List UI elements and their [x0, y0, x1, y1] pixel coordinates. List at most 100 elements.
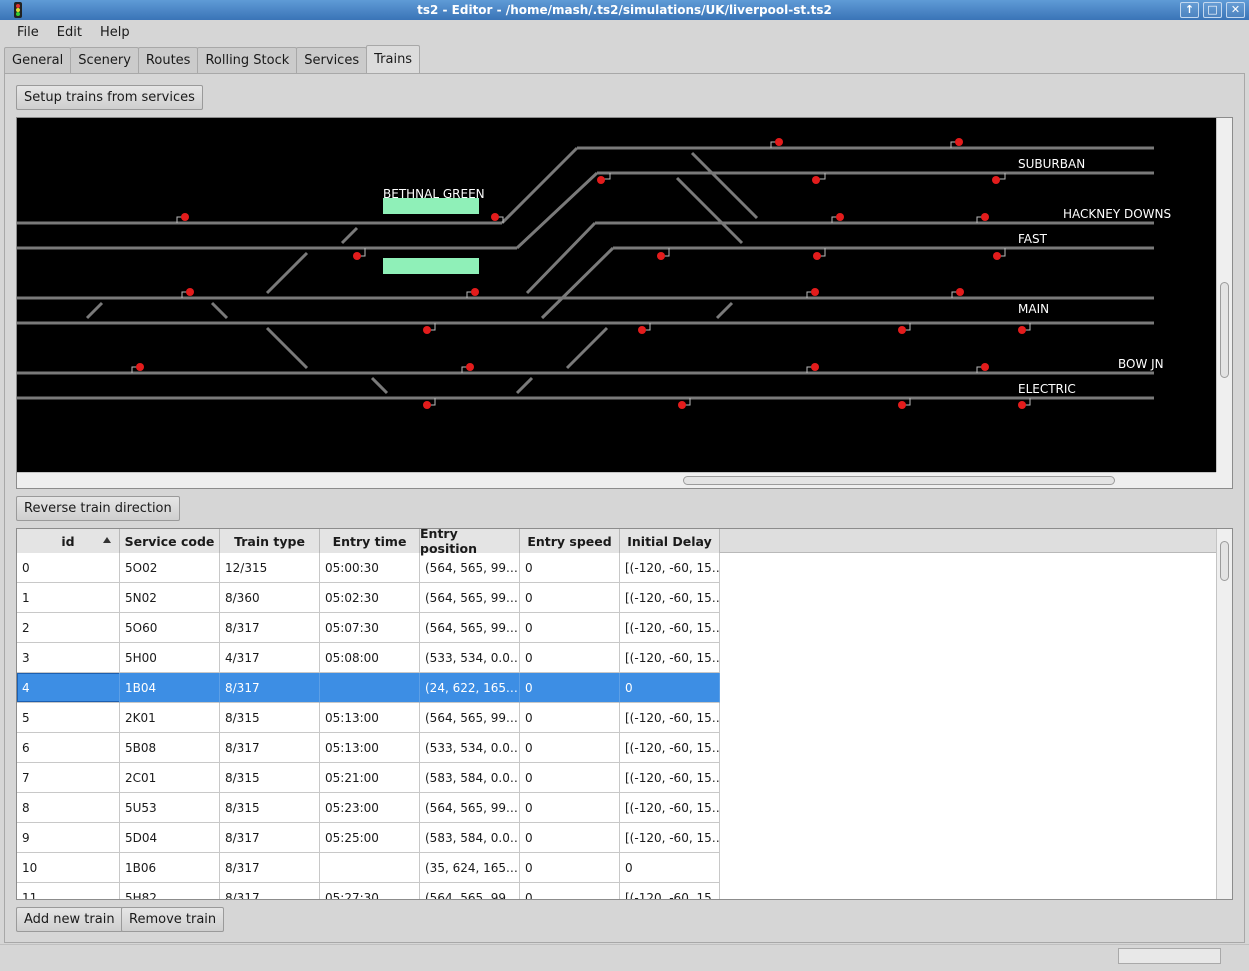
cell-entry-position[interactable]: (533, 534, 0.0… [420, 643, 520, 673]
cell-service-code[interactable]: 5O02 [120, 553, 220, 583]
cell-service-code[interactable]: 5O60 [120, 613, 220, 643]
scrollbar-thumb[interactable] [1220, 282, 1229, 378]
menu-file[interactable]: File [8, 25, 48, 40]
cell-entry-speed[interactable]: 0 [520, 673, 620, 703]
cell-entry-speed[interactable]: 0 [520, 703, 620, 733]
tab-scenery[interactable]: Scenery [70, 47, 139, 73]
scenery-horizontal-scrollbar[interactable] [17, 472, 1218, 488]
cell-service-code[interactable]: 5H82 [120, 883, 220, 899]
table-row[interactable]: 10 1B06 8/317 (35, 624, 165.… 0 0 [17, 853, 720, 883]
cell-entry-speed[interactable]: 0 [520, 793, 620, 823]
cell-initial-delay[interactable]: [(-120, -60, 15… [620, 553, 720, 583]
cell-train-type[interactable]: 8/360 [220, 583, 320, 613]
cell-entry-position[interactable]: (583, 584, 0.0… [420, 823, 520, 853]
table-vertical-scrollbar[interactable] [1216, 529, 1232, 899]
setup-trains-button[interactable]: Setup trains from services [16, 85, 203, 110]
cell-train-type[interactable]: 4/317 [220, 643, 320, 673]
cell-id[interactable]: 3 [17, 643, 120, 673]
cell-service-code[interactable]: 5H00 [120, 643, 220, 673]
restore-icon[interactable]: □ [1203, 2, 1222, 18]
table-row[interactable]: 6 5B08 8/317 05:13:00 (533, 534, 0.0… 0 [(-120… [17, 733, 720, 763]
cell-entry-speed[interactable]: 0 [520, 583, 620, 613]
cell-entry-time[interactable]: 05:13:00 [320, 733, 420, 763]
cell-entry-speed[interactable]: 0 [520, 553, 620, 583]
cell-entry-time[interactable]: 05:25:00 [320, 823, 420, 853]
cell-initial-delay[interactable]: 0 [620, 853, 720, 883]
cell-service-code[interactable]: 5D04 [120, 823, 220, 853]
cell-entry-time[interactable]: 05:00:30 [320, 553, 420, 583]
cell-initial-delay[interactable]: [(-120, -60, 15… [620, 793, 720, 823]
cell-id[interactable]: 9 [17, 823, 120, 853]
cell-initial-delay[interactable]: [(-120, -60, 15… [620, 823, 720, 853]
trains-table[interactable]: id Service code Train type Entry time En… [16, 528, 1233, 900]
cell-entry-speed[interactable]: 0 [520, 853, 620, 883]
reverse-direction-button[interactable]: Reverse train direction [16, 496, 180, 521]
remove-train-button[interactable]: Remove train [121, 907, 225, 932]
cell-train-type[interactable]: 12/315 [220, 553, 320, 583]
tab-rolling-stock[interactable]: Rolling Stock [197, 47, 298, 73]
column-header-train-type[interactable]: Train type [220, 529, 320, 553]
platform-bethnal-green-2[interactable] [383, 258, 479, 274]
cell-entry-time[interactable]: 05:07:30 [320, 613, 420, 643]
table-row[interactable]: 9 5D04 8/317 05:25:00 (583, 584, 0.0… 0 [(-120… [17, 823, 720, 853]
table-row[interactable]: 3 5H00 4/317 05:08:00 (533, 534, 0.0… 0 [(-120… [17, 643, 720, 673]
cell-entry-time[interactable]: 05:08:00 [320, 643, 420, 673]
cell-initial-delay[interactable]: [(-120, -60, 15… [620, 733, 720, 763]
scrollbar-thumb[interactable] [1220, 541, 1229, 581]
column-header-entry-speed[interactable]: Entry speed [520, 529, 620, 553]
table-row[interactable]: 4 1B04 8/317 (24, 622, 165.… 0 0 [17, 673, 720, 703]
cell-train-type[interactable]: 8/317 [220, 673, 320, 703]
cell-train-type[interactable]: 8/317 [220, 883, 320, 899]
cell-entry-time[interactable]: 05:23:00 [320, 793, 420, 823]
cell-entry-position[interactable]: (564, 565, 99.… [420, 613, 520, 643]
cell-entry-time[interactable]: 05:27:30 [320, 883, 420, 899]
cell-initial-delay[interactable]: [(-120, -60, 15… [620, 583, 720, 613]
cell-entry-time[interactable] [320, 673, 420, 703]
menu-edit[interactable]: Edit [48, 25, 91, 40]
window-titlebar[interactable]: ts2 - Editor - /home/mash/.ts2/simulatio… [0, 0, 1249, 20]
cell-train-type[interactable]: 8/317 [220, 823, 320, 853]
column-header-entry-position[interactable]: Entry position [420, 529, 520, 556]
cell-entry-position[interactable]: (564, 565, 99.… [420, 553, 520, 583]
cell-initial-delay[interactable]: [(-120, -60, 15… [620, 703, 720, 733]
cell-entry-time[interactable]: 05:02:30 [320, 583, 420, 613]
cell-initial-delay[interactable]: 0 [620, 673, 720, 703]
cell-initial-delay[interactable]: [(-120, -60, 15… [620, 613, 720, 643]
cell-entry-time[interactable]: 05:21:00 [320, 763, 420, 793]
cell-entry-speed[interactable]: 0 [520, 613, 620, 643]
cell-service-code[interactable]: 1B06 [120, 853, 220, 883]
cell-entry-time[interactable] [320, 853, 420, 883]
column-header-id[interactable]: id [17, 529, 120, 553]
cell-initial-delay[interactable]: [(-120, -60, 15… [620, 643, 720, 673]
scenery-vertical-scrollbar[interactable] [1216, 118, 1232, 474]
cell-entry-speed[interactable]: 0 [520, 643, 620, 673]
menu-help[interactable]: Help [91, 25, 139, 40]
scrollbar-thumb[interactable] [683, 476, 1115, 485]
table-row[interactable]: 7 2C01 8/315 05:21:00 (583, 584, 0.0… 0 [(-120… [17, 763, 720, 793]
cell-entry-position[interactable]: (564, 565, 99.… [420, 583, 520, 613]
column-header-initial-delay[interactable]: Initial Delay [620, 529, 720, 553]
cell-entry-position[interactable]: (35, 624, 165.… [420, 853, 520, 883]
column-header-entry-time[interactable]: Entry time [320, 529, 420, 553]
cell-train-type[interactable]: 8/315 [220, 793, 320, 823]
cell-initial-delay[interactable]: [(-120, -60, 15… [620, 763, 720, 793]
cell-train-type[interactable]: 8/317 [220, 853, 320, 883]
cell-service-code[interactable]: 5B08 [120, 733, 220, 763]
table-row[interactable]: 5 2K01 8/315 05:13:00 (564, 565, 99.… 0 [(-120… [17, 703, 720, 733]
cell-entry-position[interactable]: (583, 584, 0.0… [420, 763, 520, 793]
cell-entry-speed[interactable]: 0 [520, 763, 620, 793]
cell-train-type[interactable]: 8/315 [220, 763, 320, 793]
close-icon[interactable]: ✕ [1226, 2, 1245, 18]
cell-entry-speed[interactable]: 0 [520, 883, 620, 899]
tab-services[interactable]: Services [296, 47, 368, 73]
cell-train-type[interactable]: 8/315 [220, 703, 320, 733]
table-row[interactable]: 0 5O02 12/315 05:00:30 (564, 565, 99.… 0 [(-12… [17, 553, 720, 583]
cell-id[interactable]: 4 [17, 673, 120, 703]
cell-entry-speed[interactable]: 0 [520, 733, 620, 763]
cell-train-type[interactable]: 8/317 [220, 733, 320, 763]
cell-entry-position[interactable]: (24, 622, 165.… [420, 673, 520, 703]
cell-entry-position[interactable]: (564, 565, 99.… [420, 883, 520, 899]
cell-entry-position[interactable]: (564, 565, 99.… [420, 703, 520, 733]
cell-id[interactable]: 11 [17, 883, 120, 899]
cell-service-code[interactable]: 5N02 [120, 583, 220, 613]
